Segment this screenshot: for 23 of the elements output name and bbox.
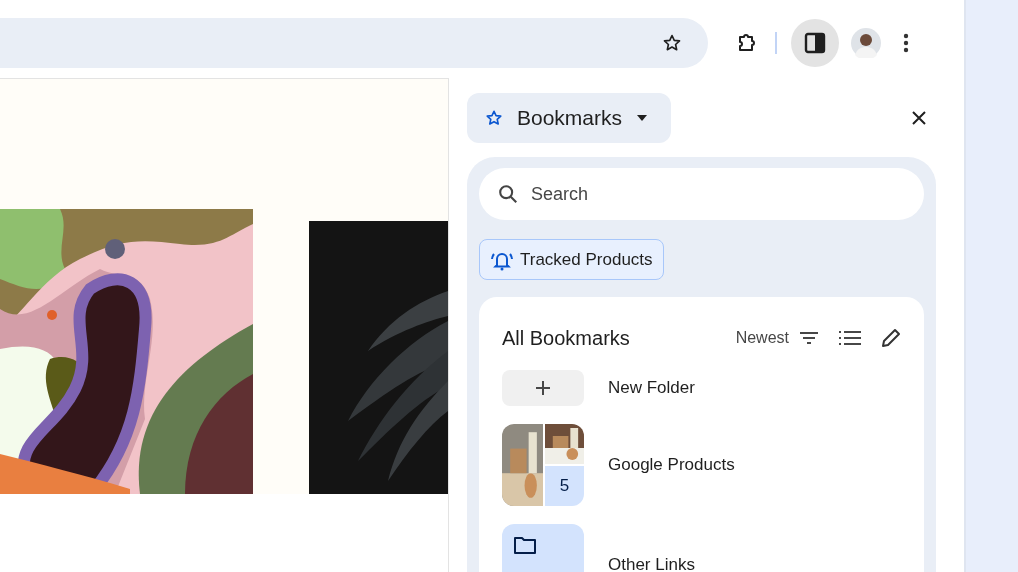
star-icon bbox=[485, 109, 503, 127]
search-icon bbox=[497, 183, 519, 205]
avatar[interactable] bbox=[851, 28, 881, 58]
list-view-icon[interactable] bbox=[839, 331, 861, 345]
list-heading: All Bookmarks bbox=[502, 326, 630, 351]
bookmark-item[interactable]: Google Products bbox=[608, 452, 735, 478]
bookmark-item[interactable]: Other Links bbox=[608, 552, 695, 572]
filter-icon bbox=[799, 331, 819, 345]
caret-icon bbox=[636, 114, 649, 122]
item-count: 5 bbox=[545, 466, 584, 506]
tracked-products-chip[interactable]: Tracked Products bbox=[479, 239, 664, 280]
bookmark-item[interactable]: New Folder bbox=[608, 375, 695, 401]
side-panel-icon bbox=[804, 32, 826, 54]
plus-icon bbox=[536, 381, 550, 395]
search-field[interactable]: Search bbox=[479, 168, 924, 220]
edit-icon[interactable] bbox=[881, 328, 901, 348]
side-panel-button[interactable] bbox=[791, 19, 839, 67]
more-menu-icon[interactable] bbox=[903, 33, 909, 53]
folder-icon bbox=[514, 536, 536, 554]
bookmarks-dropdown[interactable]: Bookmarks bbox=[467, 93, 671, 143]
sort-button[interactable]: Newest bbox=[735, 326, 819, 350]
close-icon[interactable] bbox=[912, 111, 926, 125]
star-icon[interactable] bbox=[662, 33, 682, 53]
